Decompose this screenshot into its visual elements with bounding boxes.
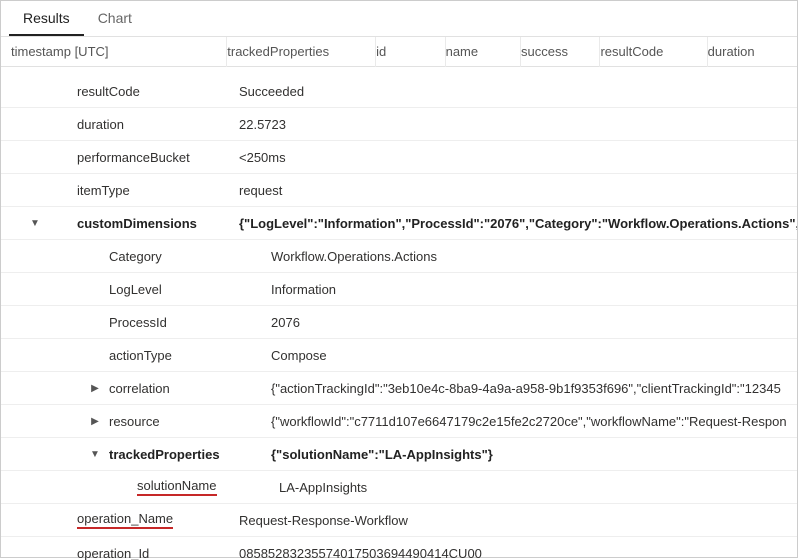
value-resource: {"workflowId":"c7711d107e6647179c2e15fe2… (243, 414, 797, 429)
value-duration: 22.5723 (239, 117, 797, 132)
row-processid[interactable]: ProcessId 2076 (1, 306, 797, 339)
row-resource[interactable]: ▶ resource {"workflowId":"c7711d107e6647… (1, 405, 797, 438)
label-resource: resource (109, 414, 243, 429)
chevron-down-icon[interactable]: ▼ (29, 218, 41, 229)
tab-chart[interactable]: Chart (84, 4, 146, 36)
value-solutionname: LA-AppInsights (243, 480, 797, 495)
label-trackedproperties: trackedProperties (109, 447, 243, 462)
col-timestamp[interactable]: timestamp [UTC] (11, 37, 227, 67)
row-trackedproperties[interactable]: ▼ trackedProperties {"solutionName":"LA-… (1, 438, 797, 471)
label-performancebucket: performanceBucket (77, 150, 239, 165)
label-solutionname: solutionName (137, 478, 243, 496)
col-id[interactable]: id (376, 37, 446, 67)
value-resultcode: Succeeded (239, 84, 797, 99)
value-trackedproperties: {"solutionName":"LA-AppInsights"} (243, 447, 797, 462)
label-resultcode: resultCode (77, 84, 239, 99)
label-actiontype: actionType (109, 348, 243, 363)
results-body: resultCode Succeeded duration 22.5723 pe… (1, 67, 797, 560)
row-category[interactable]: Category Workflow.Operations.Actions (1, 240, 797, 273)
value-customdimensions: {"LogLevel":"Information","ProcessId":"2… (239, 216, 797, 231)
value-performancebucket: <250ms (239, 150, 797, 165)
row-resultcode[interactable]: resultCode Succeeded (1, 75, 797, 108)
col-name[interactable]: name (446, 37, 521, 67)
label-category: Category (109, 249, 243, 264)
row-actiontype[interactable]: actionType Compose (1, 339, 797, 372)
col-resultcode[interactable]: resultCode (600, 37, 707, 67)
row-solutionname[interactable]: solutionName LA-AppInsights (1, 471, 797, 504)
tab-bar: Results Chart (1, 1, 797, 37)
value-category: Workflow.Operations.Actions (243, 249, 797, 264)
row-loglevel[interactable]: LogLevel Information (1, 273, 797, 306)
label-itemtype: itemType (77, 183, 239, 198)
value-operation-name: Request-Response-Workflow (239, 513, 797, 528)
value-loglevel: Information (243, 282, 797, 297)
label-operation-id: operation_Id (77, 546, 239, 560)
value-itemtype: request (239, 183, 797, 198)
value-operation-id: 08585283235574017503694490414CU00 (239, 546, 797, 560)
col-trackedproperties[interactable]: trackedProperties (227, 37, 376, 67)
col-success[interactable]: success (521, 37, 600, 67)
label-operation-name: operation_Name (77, 511, 239, 529)
chevron-right-icon[interactable]: ▶ (89, 416, 101, 427)
value-actiontype: Compose (243, 348, 797, 363)
label-processid: ProcessId (109, 315, 243, 330)
tab-results[interactable]: Results (9, 4, 84, 36)
value-processid: 2076 (243, 315, 797, 330)
chevron-down-icon[interactable]: ▼ (89, 449, 101, 460)
row-operation-name[interactable]: operation_Name Request-Response-Workflow (1, 504, 797, 537)
label-correlation: correlation (109, 381, 243, 396)
column-headers: timestamp [UTC] trackedProperties id nam… (1, 37, 797, 67)
row-itemtype[interactable]: itemType request (1, 174, 797, 207)
row-correlation[interactable]: ▶ correlation {"actionTrackingId":"3eb10… (1, 372, 797, 405)
chevron-right-icon[interactable]: ▶ (89, 383, 101, 394)
row-performancebucket[interactable]: performanceBucket <250ms (1, 141, 797, 174)
label-duration: duration (77, 117, 239, 132)
label-loglevel: LogLevel (109, 282, 243, 297)
row-duration[interactable]: duration 22.5723 (1, 108, 797, 141)
col-duration[interactable]: duration (708, 37, 797, 67)
label-customdimensions: customDimensions (77, 216, 239, 231)
row-customdimensions[interactable]: ▼ customDimensions {"LogLevel":"Informat… (1, 207, 797, 240)
value-correlation: {"actionTrackingId":"3eb10e4c-8ba9-4a9a-… (243, 381, 797, 396)
row-operation-id[interactable]: operation_Id 085852832355740175036944904… (1, 537, 797, 560)
